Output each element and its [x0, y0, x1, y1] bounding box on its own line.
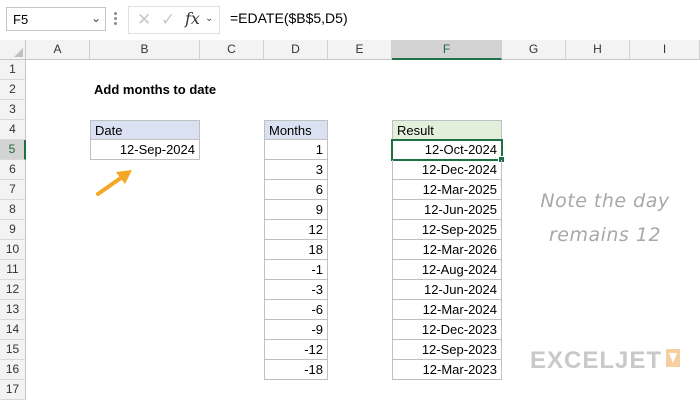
row-header-12[interactable]: 12	[0, 280, 26, 300]
note-line-2: remains 12	[548, 224, 662, 246]
result-cell[interactable]: 12-Dec-2023	[392, 320, 502, 340]
formula-bar: F5 ⌄ ✕ ✓ fx ⌄ =EDATE($B$5,D5)	[0, 0, 700, 41]
months-cell[interactable]: -1	[264, 260, 328, 280]
months-cell[interactable]: -12	[264, 340, 328, 360]
date-value-cell[interactable]: 12-Sep-2024	[90, 140, 200, 160]
row-header-15[interactable]: 15	[0, 340, 26, 360]
months-cell[interactable]: 3	[264, 160, 328, 180]
column-header-a[interactable]: A	[26, 40, 90, 60]
result-cell[interactable]: 12-Jun-2025	[392, 200, 502, 220]
result-cell[interactable]: 12-Dec-2024	[392, 160, 502, 180]
column-header-c[interactable]: C	[200, 40, 264, 60]
row-header-5[interactable]: 5	[0, 140, 26, 160]
name-box-value: F5	[13, 12, 29, 27]
result-cell[interactable]: 12-Mar-2025	[392, 180, 502, 200]
row-header-7[interactable]: 7	[0, 180, 26, 200]
result-cell[interactable]: 12-Mar-2024	[392, 300, 502, 320]
result-cell[interactable]: 12-Sep-2023	[392, 340, 502, 360]
row-header-8[interactable]: 8	[0, 200, 26, 220]
result-cell[interactable]: 12-Aug-2024	[392, 260, 502, 280]
date-header-cell[interactable]: Date	[90, 120, 200, 140]
column-header-f[interactable]: F	[392, 40, 502, 60]
row-header-9[interactable]: 9	[0, 220, 26, 240]
row-header-13[interactable]: 13	[0, 300, 26, 320]
row-header-10[interactable]: 10	[0, 240, 26, 260]
column-header-g[interactable]: G	[502, 40, 566, 60]
months-cell[interactable]: -3	[264, 280, 328, 300]
column-header-b[interactable]: B	[90, 40, 200, 60]
confirm-icon[interactable]: ✓	[161, 10, 175, 30]
row-header-6[interactable]: 6	[0, 160, 26, 180]
row-header-17[interactable]: 17	[0, 380, 26, 400]
chevron-down-icon[interactable]: ⌄	[91, 11, 101, 25]
row-header-4[interactable]: 4	[0, 120, 26, 140]
arrow-icon	[96, 170, 132, 196]
row-header-1[interactable]: 1	[0, 60, 26, 80]
row-header-11[interactable]: 11	[0, 260, 26, 280]
formula-buttons: ✕ ✓ fx ⌄	[128, 6, 220, 34]
cancel-icon[interactable]: ✕	[137, 10, 151, 30]
logo-mark-icon	[666, 349, 680, 367]
sheet-title: Add months to date	[94, 82, 217, 97]
more-options-icon[interactable]	[114, 10, 120, 30]
row-header-2[interactable]: 2	[0, 80, 26, 100]
note-line-1: Note the day	[540, 190, 670, 212]
active-result-cell[interactable]: 12-Oct-2024	[391, 139, 503, 161]
insert-function-icon[interactable]: fx	[185, 9, 200, 28]
exceljet-logo: EXCELJET	[530, 347, 663, 374]
months-header-cell[interactable]: Months	[264, 120, 328, 140]
formula-input[interactable]: =EDATE($B$5,D5)	[230, 10, 348, 26]
result-cell[interactable]: 12-Jun-2024	[392, 280, 502, 300]
result-cell[interactable]: 12-Mar-2023	[392, 360, 502, 380]
result-header-cell[interactable]: Result	[392, 120, 502, 140]
column-header-i[interactable]: I	[630, 40, 700, 60]
column-header-h[interactable]: H	[566, 40, 630, 60]
select-all-button[interactable]	[0, 40, 26, 60]
column-header-d[interactable]: D	[264, 40, 328, 60]
column-header-e[interactable]: E	[328, 40, 392, 60]
months-cell[interactable]: 9	[264, 200, 328, 220]
months-cell[interactable]: -9	[264, 320, 328, 340]
result-cell[interactable]: 12-Mar-2026	[392, 240, 502, 260]
chevron-down-icon[interactable]: ⌄	[205, 13, 213, 24]
months-cell[interactable]: -18	[264, 360, 328, 380]
name-box[interactable]: F5 ⌄	[6, 7, 106, 31]
row-header-16[interactable]: 16	[0, 360, 26, 380]
months-cell[interactable]: 12	[264, 220, 328, 240]
months-cell[interactable]: 18	[264, 240, 328, 260]
months-cell[interactable]: 1	[264, 140, 328, 160]
row-header-3[interactable]: 3	[0, 100, 26, 120]
row-header-14[interactable]: 14	[0, 320, 26, 340]
months-cell[interactable]: 6	[264, 180, 328, 200]
months-cell[interactable]: -6	[264, 300, 328, 320]
result-cell[interactable]: 12-Sep-2025	[392, 220, 502, 240]
